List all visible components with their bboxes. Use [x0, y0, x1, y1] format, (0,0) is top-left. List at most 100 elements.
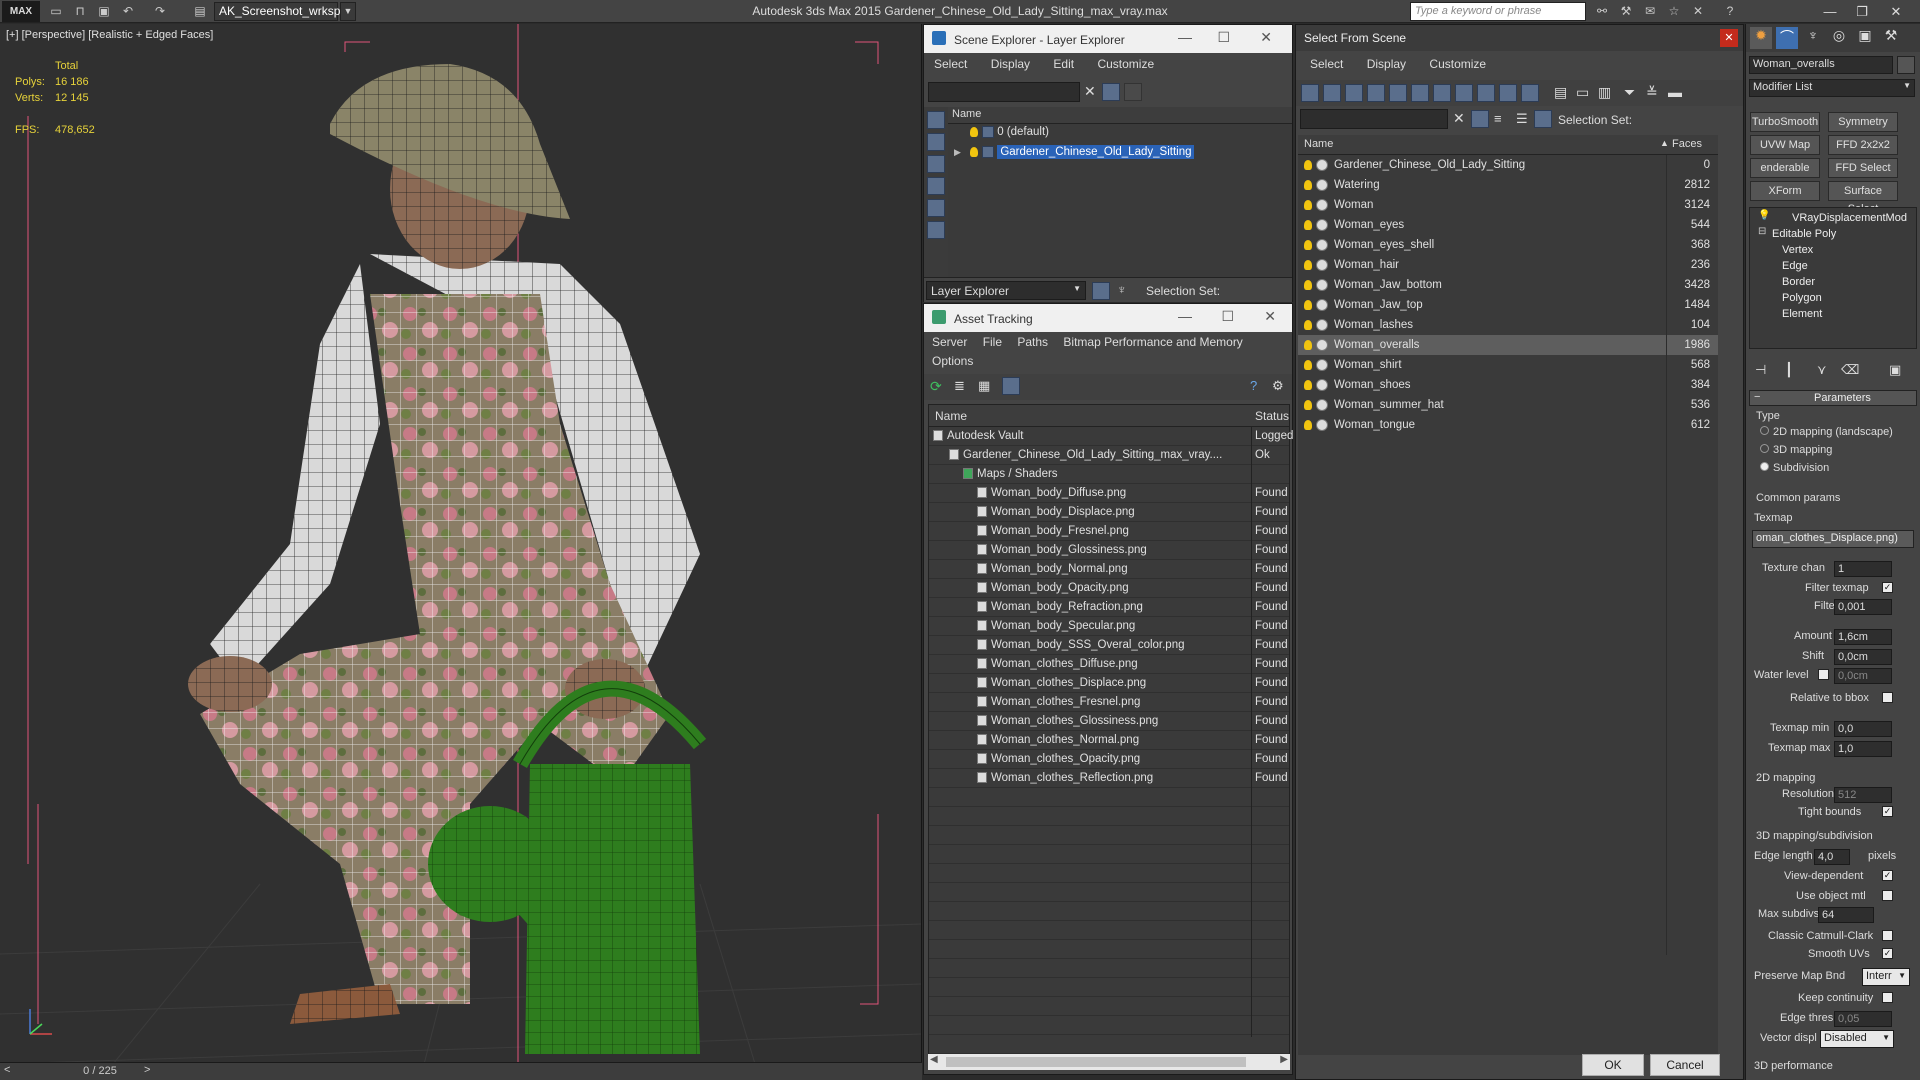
- object-row[interactable]: Woman_hair 236: [1298, 255, 1718, 275]
- symmetry-button[interactable]: Symmetry: [1828, 112, 1898, 132]
- viewport-label[interactable]: [+] [Perspective] [Realistic + Edged Fac…: [6, 29, 213, 41]
- asset-row[interactable]: Woman_body_Fresnel.png Found: [929, 522, 1289, 541]
- stack-item[interactable]: Editable Poly: [1772, 228, 1836, 240]
- help-icon[interactable]: ?: [1250, 378, 1257, 393]
- remove-modifier-icon[interactable]: ⌫: [1841, 362, 1859, 378]
- modifier-list-dropdown[interactable]: Modifier List ▼: [1749, 79, 1915, 97]
- help-icon[interactable]: ?: [1722, 3, 1738, 19]
- texmap-max-input[interactable]: 1,0: [1834, 741, 1892, 757]
- minimize-icon[interactable]: —: [1816, 2, 1844, 21]
- thumbnail-view-icon[interactable]: ▦: [978, 378, 990, 394]
- asset-row[interactable]: Woman_clothes_Normal.png Found: [929, 731, 1289, 750]
- hierarchy-filter-icon[interactable]: ≚: [1646, 84, 1658, 101]
- light-bulb-icon[interactable]: [1304, 400, 1312, 410]
- asset-row[interactable]: Woman_body_SSS_Overal_color.png Found: [929, 636, 1289, 655]
- scroll-right-icon[interactable]: ▶: [1280, 1054, 1288, 1065]
- stack-item[interactable]: Border: [1782, 276, 1815, 288]
- object-row[interactable]: Woman_eyes_shell 368: [1298, 235, 1718, 255]
- asset-row[interactable]: Woman_clothes_Diffuse.png Found: [929, 655, 1289, 674]
- select-search-input[interactable]: [1300, 109, 1448, 129]
- shift-input[interactable]: 0,0cm: [1834, 649, 1892, 665]
- display-cameras-icon[interactable]: [927, 199, 945, 217]
- asset-row[interactable]: Woman_body_Displace.png Found: [929, 503, 1289, 522]
- display-frozen-icon[interactable]: [1521, 84, 1539, 102]
- maximize-icon[interactable]: ☐: [1217, 29, 1230, 46]
- explorer-mode-dropdown[interactable]: Layer Explorer ▼: [926, 281, 1086, 300]
- display-containers-icon[interactable]: [1499, 84, 1517, 102]
- asset-row[interactable]: Woman_body_Specular.png Found: [929, 617, 1289, 636]
- select-invert-icon[interactable]: ▥: [1598, 84, 1611, 101]
- filter-texmap-checkbox[interactable]: ✓: [1882, 582, 1893, 593]
- menu-paths[interactable]: Paths: [1017, 335, 1048, 349]
- light-bulb-icon[interactable]: [1304, 200, 1312, 210]
- filter-icon[interactable]: [1102, 83, 1120, 101]
- use-object-mtl-checkbox[interactable]: [1882, 890, 1893, 901]
- light-bulb-icon[interactable]: [1304, 340, 1312, 350]
- display-shapes-icon[interactable]: [1323, 84, 1341, 102]
- object-row[interactable]: Woman_Jaw_top 1484: [1298, 295, 1718, 315]
- select-none-icon[interactable]: ▭: [1576, 84, 1589, 101]
- layer-manager-icon[interactable]: ☰: [1516, 111, 1528, 127]
- menu-select[interactable]: Select: [934, 57, 967, 71]
- menu-edit[interactable]: Edit: [1053, 57, 1074, 71]
- turbosmooth-button[interactable]: TurboSmooth: [1750, 112, 1820, 132]
- texmap-button[interactable]: oman_clothes_Displace.png): [1752, 530, 1914, 548]
- clear-search-icon[interactable]: ✕: [1084, 83, 1096, 100]
- clear-search-icon[interactable]: ✕: [1453, 110, 1465, 127]
- texmap-min-input[interactable]: 0,0: [1834, 721, 1892, 737]
- asset-horizontal-scrollbar[interactable]: ◀ ▶: [928, 1054, 1290, 1070]
- layers-icon[interactable]: ≡: [1494, 111, 1502, 126]
- relative-bbox-checkbox[interactable]: [1882, 692, 1893, 703]
- open-file-icon[interactable]: ⊓: [72, 3, 88, 19]
- display-shapes-icon[interactable]: [927, 155, 945, 173]
- keyword-search-input[interactable]: Type a keyword or phrase: [1410, 2, 1586, 21]
- close-icon[interactable]: ✕: [1882, 2, 1910, 21]
- communication-icon[interactable]: ✉: [1642, 3, 1658, 19]
- display-cameras-icon[interactable]: [1367, 84, 1385, 102]
- close-icon[interactable]: ✕: [1720, 29, 1738, 47]
- show-end-result-icon[interactable]: ┃: [1785, 362, 1793, 378]
- close-icon[interactable]: ✕: [1264, 308, 1276, 325]
- object-row[interactable]: Woman_overalls 1986: [1298, 335, 1718, 355]
- object-color-swatch[interactable]: [1897, 56, 1915, 74]
- undo-icon[interactable]: ↶: [120, 3, 136, 19]
- display-tab-icon[interactable]: ▣: [1854, 27, 1876, 49]
- menu-file[interactable]: File: [983, 335, 1002, 349]
- collapse-icon[interactable]: ⊟: [1758, 226, 1766, 237]
- restore-icon[interactable]: ❐: [1848, 2, 1876, 21]
- amount-input[interactable]: 1,6cm: [1834, 629, 1892, 645]
- object-row[interactable]: Woman_summer_hat 536: [1298, 395, 1718, 415]
- favorites-icon[interactable]: ☆: [1666, 3, 1682, 19]
- display-helpers-icon[interactable]: [1389, 84, 1407, 102]
- xform-button[interactable]: XForm: [1750, 181, 1820, 201]
- redo-icon[interactable]: ↷: [152, 3, 168, 19]
- object-row[interactable]: Woman_Jaw_bottom 3428: [1298, 275, 1718, 295]
- time-prev-button[interactable]: <: [4, 1064, 10, 1076]
- asset-row[interactable]: Maps / Shaders: [929, 465, 1289, 484]
- cancel-button[interactable]: Cancel: [1650, 1054, 1720, 1076]
- maximize-icon[interactable]: ☐: [1221, 308, 1234, 325]
- menu-options[interactable]: Options: [932, 354, 973, 368]
- resolution-input[interactable]: 512: [1834, 787, 1892, 803]
- view-dependent-checkbox[interactable]: ✓: [1882, 870, 1893, 881]
- light-bulb-icon[interactable]: [1304, 160, 1312, 170]
- stack-item[interactable]: Element: [1782, 308, 1822, 320]
- display-bones-icon[interactable]: [1477, 84, 1495, 102]
- scroll-thumb[interactable]: [946, 1057, 1246, 1067]
- motion-tab-icon[interactable]: ◎: [1828, 27, 1850, 49]
- light-bulb-icon[interactable]: 💡: [1758, 210, 1770, 221]
- asset-row[interactable]: Woman_clothes_Fresnel.png Found: [929, 693, 1289, 712]
- layer-column-name[interactable]: Name: [948, 107, 1292, 124]
- display-spacewarps-icon[interactable]: [1411, 84, 1429, 102]
- type-option-subdivision[interactable]: Subdivision: [1760, 462, 1829, 474]
- layers-icon[interactable]: [1124, 83, 1142, 101]
- filter-icon[interactable]: ⏷: [1624, 84, 1635, 101]
- light-bulb-icon[interactable]: [1304, 320, 1312, 330]
- edge-thresh-input[interactable]: 0,05: [1834, 1011, 1892, 1027]
- tools-icon[interactable]: ⚒: [1618, 3, 1634, 19]
- light-bulb-icon[interactable]: [1304, 300, 1312, 310]
- light-bulb-icon[interactable]: [1304, 260, 1312, 270]
- display-groups-icon[interactable]: [1433, 84, 1451, 102]
- light-bulb-icon[interactable]: [970, 147, 979, 157]
- object-row[interactable]: Watering 2812: [1298, 175, 1718, 195]
